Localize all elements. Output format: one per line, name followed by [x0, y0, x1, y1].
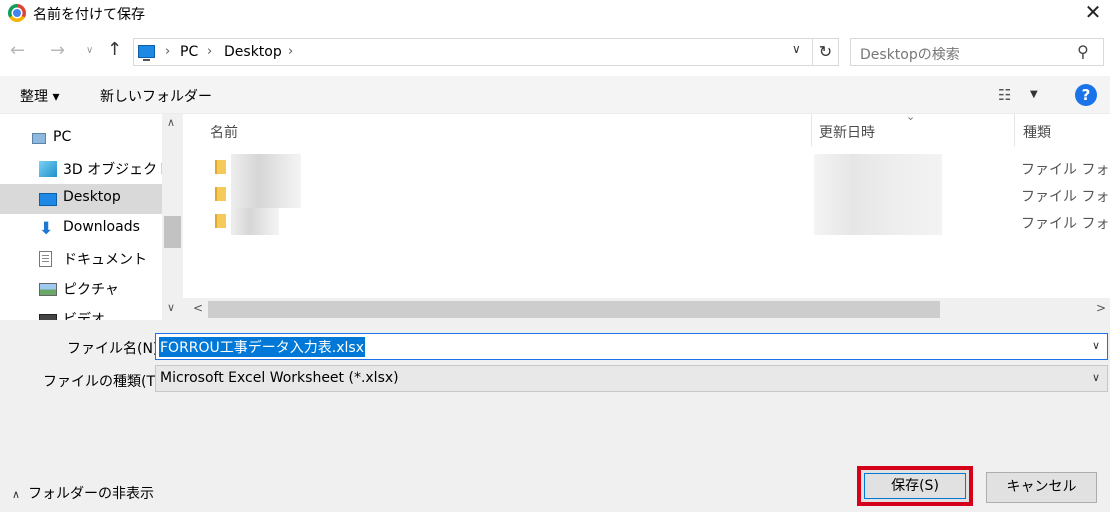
- sidebar-item-videos[interactable]: ビデオ: [0, 304, 162, 320]
- blurred-date: [814, 154, 942, 181]
- row-type: ファイル フォルダー: [1021, 162, 1110, 178]
- filename-label: ファイル名(N):: [67, 341, 164, 357]
- close-button[interactable]: ✕: [1080, 2, 1106, 24]
- title-bar: 名前を付けて保存 ✕: [0, 0, 1110, 28]
- filename-value[interactable]: FORROU工事データ入力表.xlsx: [159, 337, 365, 357]
- documents-icon: [39, 251, 52, 267]
- column-divider[interactable]: [1014, 114, 1015, 146]
- table-row[interactable]: ファイル フォルダー: [183, 154, 1110, 181]
- filetype-select[interactable]: Microsoft Excel Worksheet (*.xlsx) ∨: [155, 365, 1108, 392]
- caret-up-icon: ∧: [12, 488, 21, 501]
- search-icon[interactable]: ⚲: [1077, 42, 1089, 61]
- table-row[interactable]: ファイル フォルダー: [183, 181, 1110, 208]
- sidebar-item-pc[interactable]: PC: [0, 124, 162, 154]
- blurred-date: [814, 208, 942, 235]
- blurred-name: [231, 208, 279, 235]
- navigation-pane: PC 3D オブジェクト Desktop ⬇ Downloads ドキュメント …: [0, 114, 183, 320]
- hide-folders-toggle[interactable]: ∧ フォルダーの非表示: [12, 483, 154, 503]
- blurred-name: [231, 181, 301, 208]
- sort-caret-icon: ⌄: [906, 114, 916, 123]
- 3d-objects-icon: [39, 161, 57, 177]
- sidebar-item-label: PC: [53, 129, 72, 145]
- save-form: ファイル名(N): FORROU工事データ入力表.xlsx ∨ ファイルの種類(…: [0, 320, 1110, 512]
- column-header-type[interactable]: 種類: [1023, 122, 1051, 142]
- folder-icon: [215, 214, 226, 228]
- scroll-up-icon[interactable]: ∧: [167, 116, 175, 129]
- scroll-right-icon[interactable]: >: [1096, 301, 1106, 315]
- breadcrumb-pc[interactable]: PC: [180, 44, 198, 60]
- filetype-value: Microsoft Excel Worksheet (*.xlsx): [160, 370, 399, 386]
- sidebar-item-label: Downloads: [63, 219, 140, 235]
- file-list: 名前 ⌄ 更新日時 種類 ファイル フォルダー ファイル フォルダー ファイル …: [183, 114, 1110, 320]
- new-folder-button[interactable]: 新しいフォルダー: [100, 86, 212, 106]
- horizontal-scrollbar[interactable]: < >: [183, 298, 1110, 320]
- breadcrumb-separator-icon[interactable]: ›: [165, 44, 170, 59]
- scrollbar-thumb[interactable]: [208, 301, 940, 318]
- sidebar-scrollbar[interactable]: ∧ ∨: [162, 114, 183, 320]
- folder-icon: [215, 187, 226, 201]
- sidebar-item-desktop[interactable]: Desktop: [0, 184, 162, 214]
- view-options-icon[interactable]: ☷: [998, 86, 1011, 104]
- table-row[interactable]: ファイル フォルダー: [183, 208, 1110, 235]
- refresh-icon[interactable]: ↻: [813, 38, 839, 66]
- back-arrow-icon[interactable]: ←: [10, 40, 25, 61]
- save-button[interactable]: 保存(S): [864, 473, 966, 499]
- column-divider[interactable]: [811, 114, 812, 146]
- scroll-left-icon[interactable]: <: [193, 301, 203, 315]
- row-type: ファイル フォルダー: [1021, 216, 1110, 232]
- folder-icon: [215, 160, 226, 174]
- search-placeholder: Desktopの検索: [860, 47, 960, 63]
- monitor-icon: [138, 45, 155, 61]
- chrome-icon: [8, 4, 26, 22]
- blurred-name: [231, 154, 301, 181]
- download-icon: ⬇: [39, 219, 54, 239]
- recent-locations-chevron-icon[interactable]: ∨: [86, 45, 93, 56]
- blurred-date: [814, 181, 942, 208]
- sidebar-item-label: Desktop: [63, 189, 121, 205]
- desktop-icon: [39, 193, 57, 206]
- breadcrumb-desktop[interactable]: Desktop: [224, 44, 282, 60]
- filetype-label: ファイルの種類(T):: [43, 374, 166, 390]
- filename-field[interactable]: FORROU工事データ入力表.xlsx ∨: [155, 333, 1108, 360]
- pc-icon: [32, 133, 46, 144]
- breadcrumb-separator-icon[interactable]: ›: [207, 44, 212, 59]
- forward-arrow-icon[interactable]: →: [50, 40, 65, 61]
- breadcrumb-separator-icon[interactable]: ›: [288, 44, 293, 59]
- column-header-name[interactable]: 名前: [210, 122, 238, 142]
- window-title: 名前を付けて保存: [33, 7, 145, 23]
- sidebar-item-label: 3D オブジェクト: [63, 162, 172, 178]
- command-bar: 整理 ▾ 新しいフォルダー ☷ ▼ ?: [0, 76, 1110, 114]
- sidebar-item-label: ピクチャ: [63, 282, 119, 298]
- sidebar-item-3d-objects[interactable]: 3D オブジェクト: [0, 154, 171, 184]
- pictures-icon: [39, 283, 57, 296]
- chevron-down-icon[interactable]: ∨: [1092, 339, 1100, 352]
- help-icon[interactable]: ?: [1075, 84, 1097, 106]
- cancel-button[interactable]: キャンセル: [986, 472, 1097, 503]
- hide-folders-label: フォルダーの非表示: [28, 486, 155, 502]
- organize-button[interactable]: 整理 ▾: [20, 86, 59, 106]
- column-header-date[interactable]: 更新日時: [819, 122, 875, 142]
- sidebar-item-downloads[interactable]: ⬇ Downloads: [0, 214, 162, 244]
- search-input[interactable]: Desktopの検索 ⚲: [850, 38, 1104, 66]
- up-arrow-icon[interactable]: ↑: [107, 39, 122, 60]
- sidebar-item-label: ビデオ: [63, 312, 105, 320]
- sidebar-item-label: ドキュメント: [63, 252, 147, 268]
- chevron-down-icon[interactable]: ∨: [792, 42, 801, 56]
- row-type: ファイル フォルダー: [1021, 189, 1110, 205]
- sidebar-item-pictures[interactable]: ピクチャ: [0, 274, 162, 304]
- address-bar[interactable]: › PC › Desktop ›: [133, 38, 813, 66]
- caret-down-icon[interactable]: ▼: [1030, 89, 1038, 100]
- save-button-highlight[interactable]: 保存(S): [857, 466, 973, 506]
- scroll-down-icon[interactable]: ∨: [167, 301, 175, 314]
- chevron-down-icon[interactable]: ∨: [1092, 371, 1100, 384]
- scrollbar-thumb[interactable]: [164, 216, 181, 248]
- sidebar-item-documents[interactable]: ドキュメント: [0, 244, 162, 274]
